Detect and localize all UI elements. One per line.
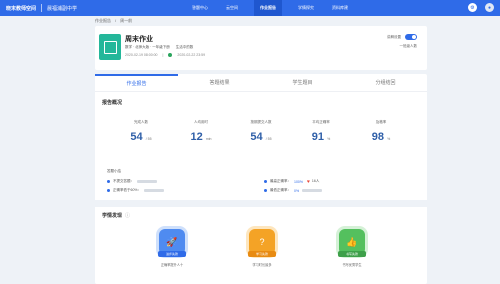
summary-right-value: 0% (294, 188, 300, 193)
nav-item-cloud-space[interactable]: 云空间 (224, 5, 240, 11)
top-nav-menu: 答题中心 云空间 作业报告 学情探究 资料库建 (190, 0, 350, 16)
homework-subject: 数学 · 北师大版 · 一年级下册 生活中的数 (125, 45, 193, 50)
nav-item-learning-analysis[interactable]: 学情探究 (296, 5, 316, 11)
homework-meta: 2020-02-19 08:00:00 | 2020-02-22 23:59 (125, 53, 205, 57)
summary-row: 不提交答题： 最高正确率： 100% ♥ 16人 (107, 177, 417, 186)
bullet-dot (107, 180, 110, 183)
settings-icon[interactable]: ⚙ (468, 3, 477, 12)
summary-heading: 答题小结 (107, 169, 121, 173)
summary-right-extra: 16人 (311, 179, 320, 183)
homework-header-card: 周末作业 数学 · 北师大版 · 一年级下册 生活中的数 2020-02-19 … (95, 26, 427, 70)
report-main-card: 作业报告 答题结果 学生题目 分组结回 报告概况 完成人数 54 / 55 人均… (95, 74, 427, 284)
badge-desc: 正确率提升人十 (160, 263, 184, 267)
badge-ribbon: 书写先锋 (338, 251, 366, 257)
stat-unit: min (205, 137, 212, 141)
learning-title-text: 学情发现 (102, 213, 123, 219)
stat-value: 54 (130, 131, 143, 143)
badge-study-pioneer[interactable]: ? 学习先锋 学习时长最多 (242, 229, 282, 267)
switch-label: 讲解设置 (387, 34, 401, 39)
stat-unit: / 55 (145, 137, 152, 141)
nav-item-answer-center[interactable]: 答题中心 (190, 5, 210, 11)
summary-row: 正确率低于60%： 最低正确率： 0% (107, 186, 417, 195)
homework-end-time: 2020-02-22 23:59 (177, 53, 206, 57)
bullet-dot (264, 189, 267, 192)
brand-separator (41, 4, 43, 12)
report-stats: 完成人数 54 / 55 人均用时 12 min 按期提交人数 54 / 55 … (111, 120, 411, 143)
stat-label: 人均用时 (194, 120, 208, 124)
stat-label: 平均正确率 (312, 120, 330, 124)
homework-book-icon (99, 34, 121, 60)
heart-icon: ♥ (306, 178, 310, 185)
badge-ribbon: 进步先锋 (158, 251, 186, 257)
breadcrumb-current: 周一前 (120, 18, 133, 23)
bullet-dot (264, 180, 267, 183)
nav-item-homework-report[interactable]: 作业报告 (254, 0, 282, 16)
summary-left-label: 不提交答题： (113, 179, 134, 183)
stat-unit: % (387, 137, 391, 141)
stat-value: 54 (250, 131, 263, 143)
help-icon[interactable]: ⓘ (125, 213, 130, 219)
badge-progress-pioneer[interactable]: 🚀 进步先锋 正确率提升人十 (152, 229, 192, 267)
brand: 晓末教师空间 晨福浦副中学 (6, 4, 77, 12)
summary-right-label: 最高正确率： (270, 179, 291, 183)
stat-label: 及格率 (375, 120, 387, 124)
status-icon (168, 53, 173, 57)
homework-subject-line: 数学 · 北师大版 · 一年级下册 (125, 45, 170, 49)
brand-title: 晓末教师空间 (6, 5, 37, 12)
tab-student-questions[interactable]: 学生题目 (261, 74, 344, 91)
tab-answer-results[interactable]: 答题结果 (178, 74, 261, 91)
stat-label: 完成人数 (134, 120, 148, 124)
hidden-students-placeholder (137, 180, 157, 183)
badge-desc: 书写优秀学生 (342, 263, 362, 267)
badge-ribbon: 学习先锋 (248, 251, 276, 257)
answer-summary: 答题小结 不提交答题： 最高正确率： 100% ♥ 16人 正确率低于60%： … (107, 169, 417, 195)
stat-value: 12 (190, 131, 203, 143)
school-name: 晨福浦副中学 (47, 5, 78, 12)
summary-right-value: 100% (294, 179, 303, 184)
avatar[interactable]: ● (485, 3, 494, 12)
stat-average-time: 人均用时 12 min (171, 120, 231, 143)
breadcrumb: 作业报告 / 周一前 (95, 18, 132, 24)
report-summary-title: 报告概况 (102, 100, 123, 106)
hidden-students-placeholder (144, 189, 165, 192)
explain-toggle[interactable] (405, 34, 417, 40)
stat-value: 98 (371, 131, 385, 143)
class-count-note: 一班级人数 (399, 44, 418, 48)
top-navigation-bar: 晓末教师空间 晨福浦副中学 答题中心 云空间 作业报告 学情探究 资料库建 ⚙ … (0, 0, 500, 16)
homework-chapter: 生活中的数 (175, 45, 194, 49)
badge-writing-pioneer[interactable]: 👍 书写先锋 书写优秀学生 (332, 229, 372, 267)
section-divider (95, 200, 427, 207)
tab-group-results[interactable]: 分组结回 (344, 74, 427, 91)
nav-item-resource-library[interactable]: 资料库建 (330, 5, 350, 11)
stat-unit: / 55 (265, 137, 272, 141)
stat-value: 91 (311, 131, 325, 143)
stat-pass-rate: 及格率 98 % (351, 120, 411, 143)
stat-average-accuracy: 平均正确率 91 % (291, 120, 351, 143)
breadcrumb-separator: / (115, 18, 117, 23)
summary-right-label: 最低正确率： (270, 188, 291, 192)
explain-switch-row: 讲解设置 (387, 34, 417, 40)
tab-homework-report[interactable]: 作业报告 (95, 74, 178, 91)
homework-title: 周末作业 (125, 36, 153, 43)
stat-on-time-submissions: 按期提交人数 54 / 55 (231, 120, 291, 143)
homework-start-time: 2020-02-19 08:00:00 (125, 53, 158, 57)
stat-completed-count: 完成人数 54 / 55 (111, 120, 171, 143)
badge-desc: 学习时长最多 (252, 263, 272, 267)
stat-unit: % (327, 137, 331, 141)
breadcrumb-root[interactable]: 作业报告 (95, 18, 111, 24)
stat-label: 按期提交人数 (250, 120, 272, 124)
hidden-students-placeholder (302, 189, 323, 192)
achievement-badges: 🚀 进步先锋 正确率提升人十 ? 学习先锋 学习时长最多 👍 书写先锋 书写优秀… (152, 229, 372, 267)
report-tabs: 作业报告 答题结果 学生题目 分组结回 (95, 74, 427, 92)
bullet-dot (107, 189, 110, 192)
learning-findings-title: 学情发现 ⓘ (102, 212, 130, 219)
meta-separator: | (162, 53, 164, 57)
summary-left-label: 正确率低于60%： (113, 188, 142, 192)
